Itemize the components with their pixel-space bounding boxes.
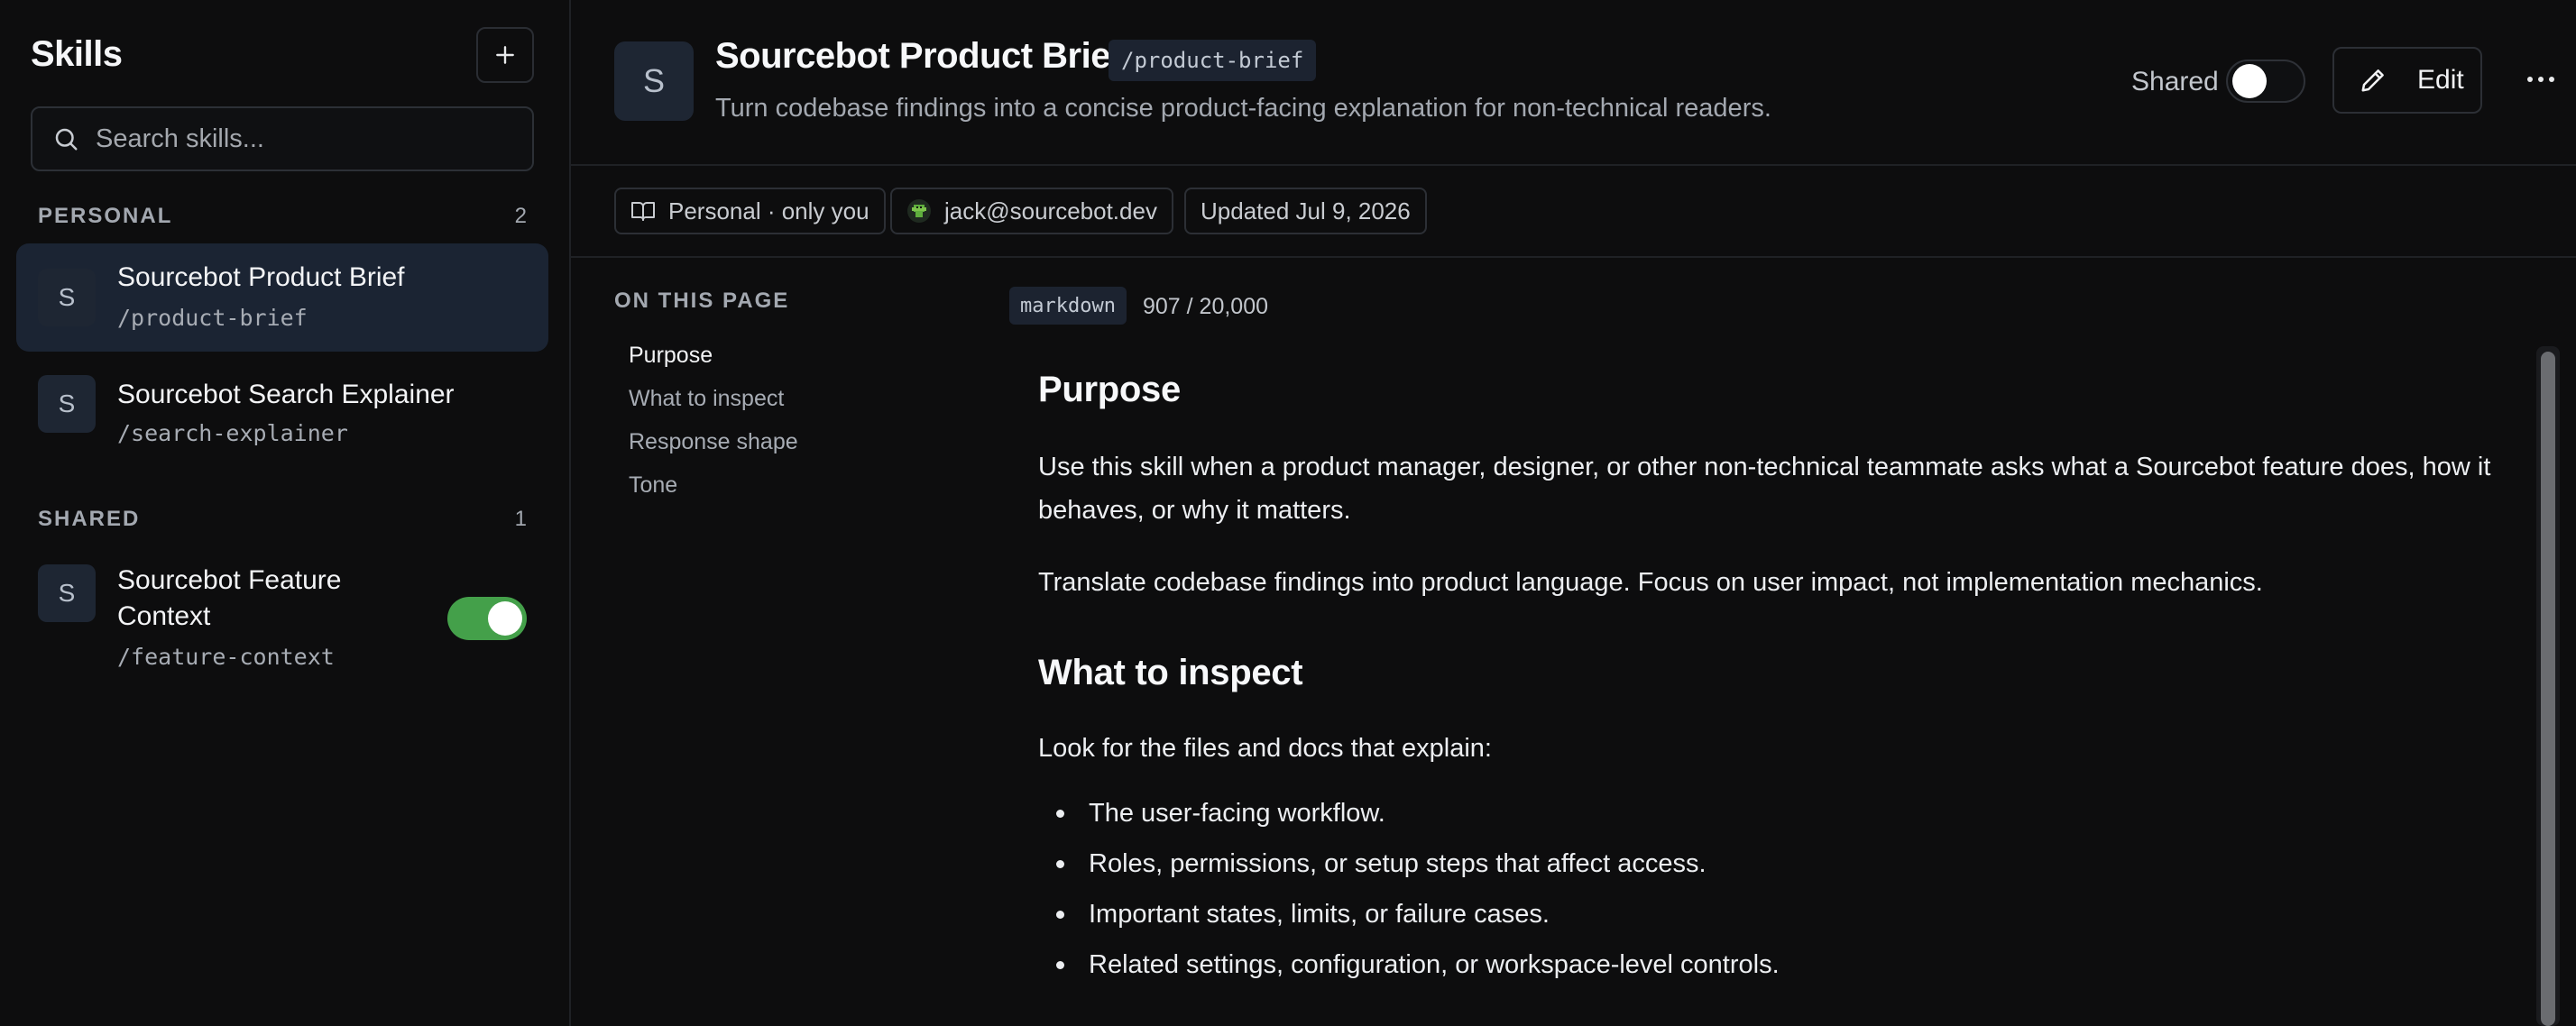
toggle-knob	[488, 601, 522, 636]
meta-divider	[571, 256, 2576, 258]
edit-label: Edit	[2417, 65, 2464, 95]
plus-icon	[496, 46, 514, 64]
add-skill-button[interactable]	[476, 27, 534, 83]
shared-toggle[interactable]	[2226, 60, 2305, 103]
toc-item-response-shape[interactable]: Response shape	[629, 429, 798, 455]
edit-button[interactable]: Edit	[2332, 47, 2482, 114]
visibility-chip: Personal · only you	[614, 188, 886, 234]
skill-slug: /search-explainer	[117, 420, 348, 446]
character-count: 907 / 20,000	[1143, 294, 1269, 319]
toc-heading: ON THIS PAGE	[614, 289, 790, 313]
skill-name: Sourcebot Feature	[117, 565, 342, 595]
skill-slug: /feature-context	[117, 644, 335, 670]
skill-detail: S Sourcebot Product Brief /product-brief…	[571, 0, 2576, 1026]
page-title: Sourcebot Product Brief	[715, 36, 1122, 76]
list-item: Important states, limits, or failure cas…	[1038, 893, 1780, 943]
list-item: Related settings, configuration, or work…	[1038, 943, 1780, 994]
skill-slug: /product-brief	[117, 305, 308, 331]
skill-name-continued: Context	[117, 601, 211, 631]
more-horizontal-icon	[2527, 77, 2554, 82]
avatar: S	[38, 564, 96, 622]
skill-name: Sourcebot Search Explainer	[117, 380, 455, 409]
avatar: S	[38, 269, 96, 326]
app-root: Skills PERSONAL 2 S Sourcebot Product Br…	[0, 0, 2576, 1026]
section-header-personal: PERSONAL 2	[38, 204, 527, 229]
section-header-shared: SHARED 1	[38, 507, 527, 532]
updated-chip: Updated Jul 9, 2026	[1184, 188, 1427, 234]
heading-what-to-inspect: What to inspect	[1038, 653, 1303, 692]
toc-item-purpose[interactable]: Purpose	[629, 343, 713, 369]
paragraph-translate: Translate codebase findings into product…	[1038, 568, 2263, 597]
visibility-text: Personal · only you	[668, 197, 869, 224]
author-chip: jack@sourcebot.dev	[890, 188, 1173, 234]
section-count: 2	[514, 204, 527, 228]
toc-item-what-to-inspect[interactable]: What to inspect	[629, 386, 784, 412]
format-badge: markdown	[1009, 287, 1127, 325]
content-scrollbar-thumb[interactable]	[2541, 352, 2555, 1026]
search-icon	[55, 128, 78, 151]
search-input[interactable]	[96, 124, 520, 154]
skill-name: Sourcebot Product Brief	[117, 262, 405, 292]
avatar: S	[38, 375, 96, 433]
list-item: The user-facing workflow.	[1038, 792, 1780, 842]
skill-item-feature-context[interactable]: S Sourcebot Feature Context /feature-con…	[16, 550, 548, 685]
author-email: jack@sourcebot.dev	[944, 197, 1157, 224]
list-item: Roles, permissions, or setup steps that …	[1038, 842, 1780, 893]
sidebar-title: Skills	[31, 34, 123, 74]
paragraph-look-for: Look for the files and docs that explain…	[1038, 734, 1492, 763]
skill-item-product-brief[interactable]: S Sourcebot Product Brief /product-brief	[16, 243, 548, 352]
skill-avatar: S	[614, 41, 694, 121]
shared-label: Shared	[2131, 67, 2219, 96]
skill-item-search-explainer[interactable]: S Sourcebot Search Explainer /search-exp…	[16, 361, 548, 451]
heading-purpose: Purpose	[1038, 370, 1181, 409]
toc-item-tone[interactable]: Tone	[629, 472, 677, 499]
section-label: PERSONAL	[38, 204, 173, 228]
skill-document: Purpose Use this skill when a product ma…	[1038, 348, 2561, 1026]
search-box	[31, 106, 534, 171]
skill-slug-badge: /product-brief	[1109, 40, 1317, 81]
section-label: SHARED	[38, 507, 141, 531]
user-avatar-icon	[907, 199, 931, 223]
paragraph-purpose-line1: Use this skill when a product manager, d…	[1038, 453, 2491, 481]
toggle-knob	[2232, 64, 2267, 98]
paragraph-purpose-line2: behaves, or why it matters.	[1038, 496, 1351, 525]
book-icon	[631, 202, 655, 221]
header-divider	[571, 164, 2576, 166]
inspect-list: The user-facing workflow. Roles, permiss…	[1038, 792, 1780, 994]
skills-sidebar: Skills PERSONAL 2 S Sourcebot Product Br…	[0, 0, 571, 1026]
section-count: 1	[514, 507, 527, 531]
feature-context-enabled-toggle[interactable]	[447, 597, 527, 640]
more-options-button[interactable]	[2519, 58, 2562, 101]
skill-description: Turn codebase findings into a concise pr…	[715, 94, 1771, 123]
updated-text: Updated Jul 9, 2026	[1201, 197, 1411, 224]
pencil-icon	[2361, 69, 2384, 92]
